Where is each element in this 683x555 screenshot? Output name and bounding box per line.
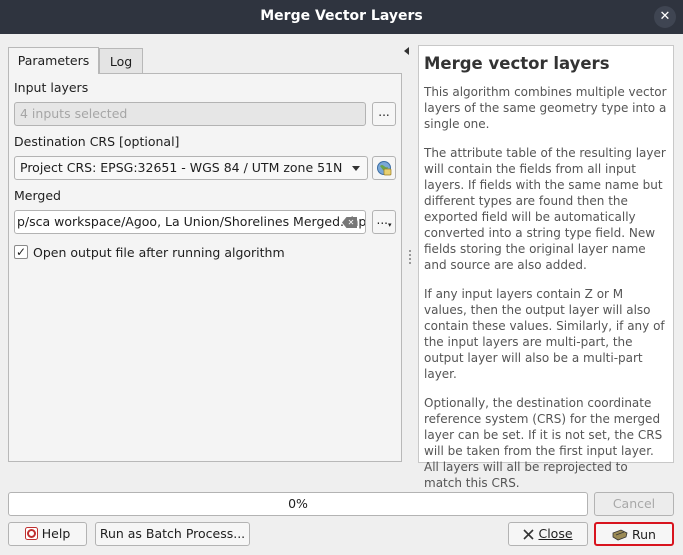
destination-crs-value: Project CRS: EPSG:32651 - WGS 84 / UTM z…: [20, 160, 343, 175]
chevron-down-icon: [352, 166, 360, 171]
parameters-panel: [8, 73, 402, 462]
run-button[interactable]: Run: [594, 522, 674, 546]
help-paragraph: If any input layers contain Z or M value…: [424, 287, 665, 381]
help-icon: [24, 527, 38, 540]
help-button[interactable]: Help: [8, 522, 87, 546]
crs-selector-button[interactable]: [372, 156, 396, 180]
tab-parameters[interactable]: Parameters: [8, 47, 99, 74]
title-bar: Merge Vector Layers ✕: [0, 0, 683, 34]
help-paragraph: This algorithm combines multiple vector …: [424, 85, 667, 131]
open-output-checkbox[interactable]: ✓: [14, 245, 28, 259]
merged-output-value: p/sca workspace/Agoo, La Union/Shoreline…: [17, 214, 366, 229]
close-icon: [523, 529, 535, 540]
destination-crs-select[interactable]: Project CRS: EPSG:32651 - WGS 84 / UTM z…: [14, 156, 368, 180]
progress-bar: 0%: [8, 492, 588, 516]
close-icon[interactable]: ✕: [654, 6, 676, 28]
splitter-handle[interactable]: [409, 250, 411, 266]
help-title: Merge vector layers: [424, 54, 610, 73]
tab-log[interactable]: Log: [99, 48, 143, 73]
destination-crs-label: Destination CRS [optional]: [14, 134, 180, 149]
help-paragraph: Optionally, the destination coordinate r…: [424, 396, 663, 490]
run-icon: [612, 529, 628, 541]
input-layers-field[interactable]: 4 inputs selected: [14, 102, 366, 126]
open-output-label: Open output file after running algorithm: [33, 245, 285, 260]
globe-icon: [377, 161, 392, 176]
merged-output-browse-button[interactable]: ...▾: [372, 210, 396, 234]
close-button[interactable]: Close: [508, 522, 588, 546]
run-batch-button[interactable]: Run as Batch Process...: [95, 522, 250, 546]
help-paragraph: The attribute table of the resulting lay…: [424, 146, 666, 272]
collapse-arrow-icon[interactable]: [404, 47, 409, 55]
cancel-button[interactable]: Cancel: [594, 492, 674, 516]
help-pane: Merge vector layers This algorithm combi…: [418, 45, 674, 490]
merged-output-field[interactable]: p/sca workspace/Agoo, La Union/Shoreline…: [14, 210, 366, 234]
input-layers-browse-button[interactable]: ...: [372, 102, 396, 126]
merged-label: Merged: [14, 188, 61, 203]
input-layers-label: Input layers: [14, 80, 89, 95]
window-title: Merge Vector Layers: [260, 8, 423, 24]
